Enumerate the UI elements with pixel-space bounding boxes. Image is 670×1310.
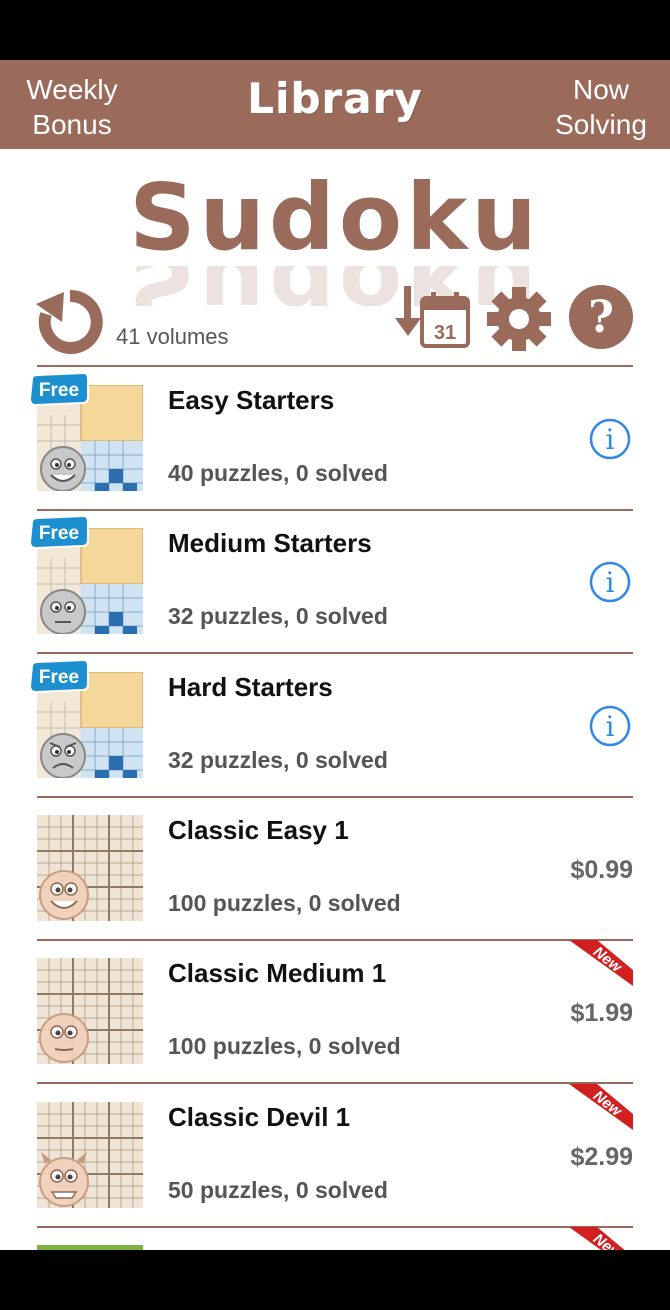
- volume-row[interactable]: Free Hard Starters 32 puzzles, 0 solved i: [0, 654, 670, 798]
- svg-text:i: i: [606, 423, 615, 456]
- puzzle-count: 32 puzzles,: [168, 747, 290, 773]
- volume-row[interactable]: Free Easy Starters 40 puzzles, 0 solved i: [0, 367, 670, 511]
- solved-count: 0 solved: [308, 890, 401, 916]
- volume-title: Classic Medium 1: [168, 958, 387, 988]
- status-bar: [0, 0, 670, 60]
- volume-thumbnail: [37, 958, 143, 1064]
- volume-title: Medium Starters: [168, 528, 372, 558]
- settings-icon[interactable]: [486, 286, 552, 352]
- volume-thumbnail: [37, 815, 143, 921]
- top-bar: Weekly Bonus Library Now Solving: [0, 60, 670, 149]
- volume-title: Classic Devil 1: [168, 1102, 351, 1132]
- free-badge: Free: [28, 373, 89, 407]
- volume-stats: 32 puzzles, 0 solved: [168, 603, 388, 630]
- help-icon[interactable]: ?: [568, 284, 634, 350]
- volume-thumbnail: [37, 1102, 143, 1208]
- system-nav-bar: [0, 1250, 670, 1310]
- solved-count: 0 solved: [295, 603, 388, 629]
- volume-stats: 100 puzzles, 0 solved: [168, 1033, 401, 1060]
- solved-count: 0 solved: [308, 1033, 401, 1059]
- volume-stats: 50 puzzles, 0 solved: [168, 1177, 388, 1204]
- volume-row[interactable]: Classic Easy 1 100 puzzles, 0 solved $0.99: [0, 797, 670, 941]
- info-button[interactable]: i: [589, 561, 631, 603]
- free-badge-label: Free: [39, 667, 79, 688]
- volume-row[interactable]: Free Medium Starters 32 puzzles, 0 solved…: [0, 510, 670, 654]
- puzzle-count: 100 puzzles,: [168, 890, 303, 916]
- puzzle-count: 50 puzzles,: [168, 1177, 290, 1203]
- calendar-day: 31: [434, 322, 456, 344]
- puzzle-count: 32 puzzles,: [168, 603, 290, 629]
- now-solving-line1: Now: [572, 74, 629, 105]
- solved-count: 0 solved: [295, 747, 388, 773]
- free-badge-label: Free: [39, 523, 79, 544]
- solved-count: 0 solved: [295, 460, 388, 486]
- info-button[interactable]: i: [589, 418, 631, 460]
- free-badge-label: Free: [39, 380, 79, 401]
- free-badge: Free: [28, 516, 89, 550]
- volume-title: Classic Easy 1: [168, 815, 349, 845]
- puzzle-count: 40 puzzles,: [168, 460, 290, 486]
- new-ribbon: New: [569, 1084, 633, 1130]
- refresh-icon[interactable]: [34, 286, 106, 354]
- svg-text:i: i: [606, 566, 615, 599]
- info-button[interactable]: i: [589, 705, 631, 747]
- library-toolbar: 41 volumes 31 ?: [0, 282, 670, 366]
- solved-count: 0 solved: [295, 1177, 388, 1203]
- now-solving-button[interactable]: Now Solving: [546, 72, 656, 142]
- price-button[interactable]: $0.99: [570, 856, 633, 885]
- volume-count: 41 volumes: [116, 324, 229, 349]
- now-solving-line2: Solving: [555, 109, 647, 140]
- logo-text: Sudoku: [129, 164, 541, 271]
- volume-row[interactable]: Mini Tomato New: [0, 1227, 670, 1250]
- free-badge: Free: [28, 660, 89, 694]
- price-button[interactable]: $1.99: [570, 999, 633, 1028]
- svg-text:i: i: [606, 710, 615, 743]
- price-button[interactable]: $2.99: [570, 1143, 633, 1172]
- new-ribbon: New: [569, 940, 633, 986]
- new-ribbon: New: [569, 1227, 626, 1250]
- volume-stats: 100 puzzles, 0 solved: [168, 890, 401, 917]
- volume-stats: 32 puzzles, 0 solved: [168, 747, 388, 774]
- puzzle-count: 100 puzzles,: [168, 1033, 303, 1059]
- sort-by-date-icon[interactable]: 31: [394, 284, 470, 350]
- volume-title: Easy Starters: [168, 385, 335, 415]
- volume-title: Hard Starters: [168, 672, 333, 702]
- volume-stats: 40 puzzles, 0 solved: [168, 460, 388, 487]
- volume-row[interactable]: Classic Medium 1 100 puzzles, 0 solved $1.…: [0, 940, 670, 1084]
- library-screen: Weekly Bonus Library Now Solving Sudoku …: [0, 60, 670, 1250]
- volume-row[interactable]: Classic Devil 1 50 puzzles, 0 solved $2.99…: [0, 1084, 670, 1228]
- svg-text:?: ?: [588, 292, 614, 343]
